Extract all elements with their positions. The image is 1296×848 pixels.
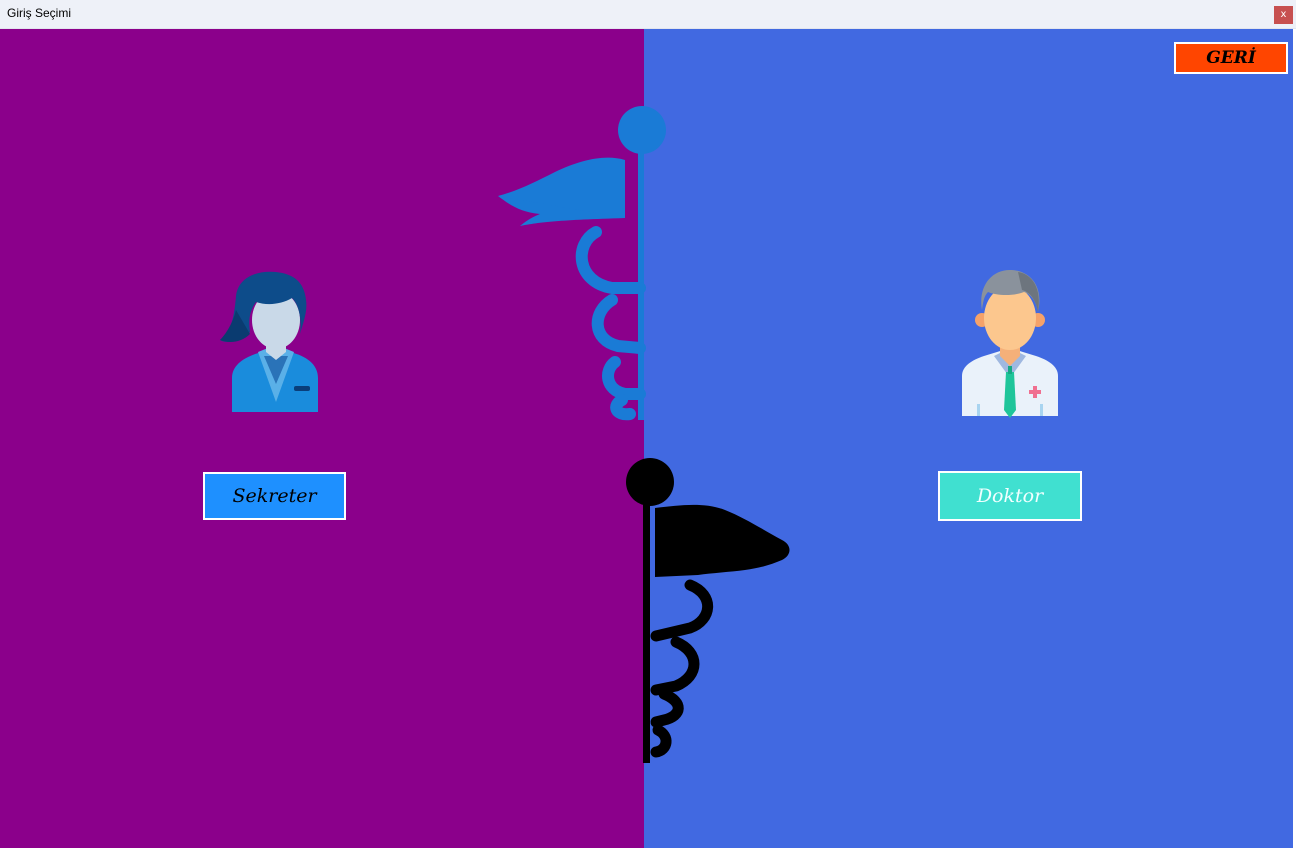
secretary-icon (220, 271, 318, 412)
sekreter-button[interactable]: Sekreter (203, 472, 346, 520)
title-bar: Giriş Seçimi x (0, 0, 1296, 29)
doctor-icon (962, 270, 1058, 418)
geri-button[interactable]: GERİ (1174, 42, 1288, 74)
close-button[interactable]: x (1274, 6, 1293, 24)
background-art (220, 106, 1058, 763)
window-title: Giriş Seçimi (7, 6, 72, 20)
doktor-button[interactable]: Doktor (938, 471, 1082, 521)
